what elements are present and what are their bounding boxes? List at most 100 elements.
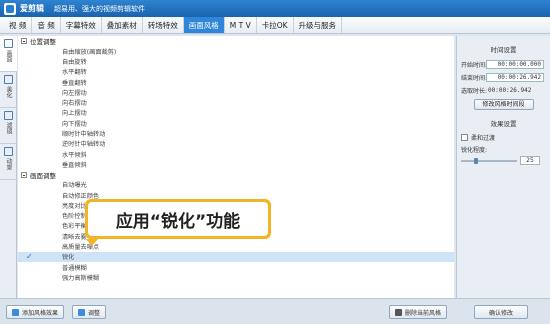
effect-item[interactable]: 自由旋转 [18, 56, 454, 66]
add-icon [12, 308, 19, 316]
app-name: 爱剪辑 [20, 4, 44, 13]
start-time-input[interactable]: 00:00:00.000 [486, 60, 544, 69]
effect-item[interactable]: 垂直翻转 [18, 77, 454, 87]
effect-item[interactable]: 自动曝光 [18, 180, 454, 190]
menu-item[interactable]: 卡拉OK [257, 17, 294, 33]
duration-row: 选取时长: 00:00:26.942 [461, 85, 546, 96]
duration-value: 00:00:26.942 [488, 87, 532, 94]
main-menu: 视 频音 频字幕特效 叠加素材 转场特效 画面风格 M T V 卡拉OK 升级与服务 [0, 17, 550, 34]
end-time-label: 结束时间: [461, 75, 488, 82]
adjust-icon [78, 308, 85, 316]
effect-item-label: 向下摆动 [62, 120, 87, 128]
trash-icon [395, 308, 402, 316]
sidetab-label: 画面 [5, 50, 12, 62]
effect-item-label: 自由缩放(画面裁剪) [62, 48, 117, 56]
effect-item-label: 水平倾斜 [62, 151, 87, 159]
start-time-label: 开始时间: [461, 62, 488, 69]
modify-time-button[interactable]: 修改风格时间段 [473, 99, 534, 110]
settings-panel: 时间设置 开始时间: 00:00:00.000 结束时间: 00:00:26.9… [456, 36, 550, 298]
effect-group-header[interactable]: 画面调整 [18, 170, 454, 180]
effect-group-header[interactable]: 位置调整 [18, 36, 454, 46]
effect-item[interactable]: 自由缩放(画面裁剪) [18, 46, 454, 56]
effect-item-label: 垂直翻转 [62, 79, 87, 87]
effect-item[interactable]: ✓ 锐化 [18, 251, 454, 262]
menu-item[interactable]: 音 频 [32, 17, 61, 33]
effect-group-label: 画面调整 [30, 171, 56, 180]
menu-item[interactable]: 字幕特效 [61, 17, 102, 33]
category-sidetabs: 画面 美化 滤镜 动景 [0, 36, 17, 298]
effect-item-label: 垂直倾斜 [62, 161, 87, 169]
end-time-input[interactable]: 00:00:26.942 [486, 73, 544, 82]
adjust-button[interactable]: 调整 [72, 305, 107, 319]
motion-icon [4, 147, 13, 156]
effect-item[interactable]: 高质量去噪点 [18, 241, 454, 251]
start-time-row: 开始时间: 00:00:00.000 [461, 59, 546, 70]
effect-item[interactable]: 水平翻转 [18, 67, 454, 77]
add-effect-label: 添加风格效果 [22, 309, 59, 317]
effect-item[interactable]: 水平倾斜 [18, 149, 454, 159]
effect-item[interactable]: 向下摆动 [18, 118, 454, 128]
sharpen-slider[interactable] [461, 157, 517, 164]
sharpen-slider-thumb[interactable] [474, 157, 478, 164]
adjust-label: 调整 [88, 309, 101, 317]
sidetab-label: 动景 [5, 158, 12, 170]
sharpen-label: 锐化程度: [461, 147, 488, 154]
effect-item[interactable]: 逆时针中轴转动 [18, 139, 454, 149]
app-slogan: 超易用、强大的视频剪辑软件 [54, 4, 145, 13]
effect-item[interactable]: 普通模糊 [18, 262, 454, 272]
sharpen-slider-row: 25 [461, 156, 546, 165]
callout-arrow [86, 239, 98, 246]
effect-item-label: 强力高斯模糊 [62, 274, 100, 282]
menu-item[interactable]: M T V [225, 17, 257, 33]
collapse-icon[interactable] [21, 38, 27, 44]
callout-text: 应用“锐化”功能 [88, 202, 268, 236]
effect-item[interactable]: 向右摆动 [18, 97, 454, 107]
brush-icon [4, 75, 13, 84]
delete-effect-button[interactable]: 删除当前风格 [389, 305, 448, 319]
app-logo-icon [4, 2, 16, 15]
callout-box: 应用“锐化”功能 [85, 199, 271, 239]
add-effect-button[interactable]: 添加风格效果 [6, 305, 65, 319]
sidetab-label: 滤镜 [5, 122, 12, 134]
smooth-transition-row[interactable]: 柔和过渡 [461, 133, 546, 142]
time-section-title: 时间设置 [490, 46, 517, 54]
end-time-row: 结束时间: 00:00:26.942 [461, 72, 546, 83]
smooth-transition-checkbox[interactable] [461, 134, 468, 141]
check-icon: ✓ [26, 252, 33, 262]
effect-item[interactable]: 向左摆动 [18, 87, 454, 97]
confirm-button[interactable]: 确认修改 [474, 305, 529, 319]
menu-item[interactable]: 转场特效 [143, 17, 184, 33]
effect-item-label: 向右摆动 [62, 100, 87, 108]
collapse-icon[interactable] [21, 171, 27, 178]
menu-item[interactable]: 升级与服务 [294, 17, 343, 33]
effects-list: 位置调整自由缩放(画面裁剪) 自由旋转水平翻转垂直翻转向左摆动向右摆动向上摆动向下… [18, 36, 454, 298]
effect-item-label: 自由旋转 [62, 58, 87, 66]
effect-item[interactable]: 向上摆动 [18, 108, 454, 118]
effect-item-label: 色彩平衡 [62, 223, 87, 231]
effect-item-label: 锐化 [62, 254, 75, 262]
title-bar: 爱剪辑 超易用、强大的视频剪辑软件 [0, 0, 550, 17]
smooth-transition-label: 柔和过渡 [471, 135, 496, 142]
sidetab[interactable]: 画面 [0, 36, 17, 72]
effect-item-label: 向左摆动 [62, 89, 87, 97]
effect-item[interactable]: 强力高斯模糊 [18, 272, 454, 282]
sidetab[interactable]: 美化 [0, 72, 17, 108]
effect-item-label: 水平翻转 [62, 69, 87, 77]
sidetab[interactable]: 动景 [0, 144, 17, 180]
sharpen-value-input[interactable]: 25 [520, 156, 540, 165]
effect-item[interactable]: 顺时针中轴转动 [18, 128, 454, 138]
filter-icon [4, 111, 13, 120]
sharpen-label-row: 锐化程度: [461, 145, 546, 154]
effect-item-label: 向上摆动 [62, 110, 87, 118]
effect-section-title: 效果设置 [490, 120, 517, 128]
menu-item[interactable]: 视 频 [4, 17, 33, 33]
effect-item-label: 清晰去雾 [62, 233, 87, 241]
bottom-bar: 添加风格效果 调整 删除当前风格 确认修改 [0, 298, 550, 324]
effect-item[interactable]: 垂直倾斜 [18, 159, 454, 169]
effect-item-label: 逆时针中轴转动 [62, 141, 106, 149]
effect-item-label: 顺时针中轴转动 [62, 131, 106, 139]
menu-item[interactable]: 叠加素材 [102, 17, 143, 33]
menu-item[interactable]: 画面风格 [183, 17, 225, 33]
effect-item-label: 自动曝光 [62, 182, 87, 190]
sidetab[interactable]: 滤镜 [0, 108, 17, 144]
